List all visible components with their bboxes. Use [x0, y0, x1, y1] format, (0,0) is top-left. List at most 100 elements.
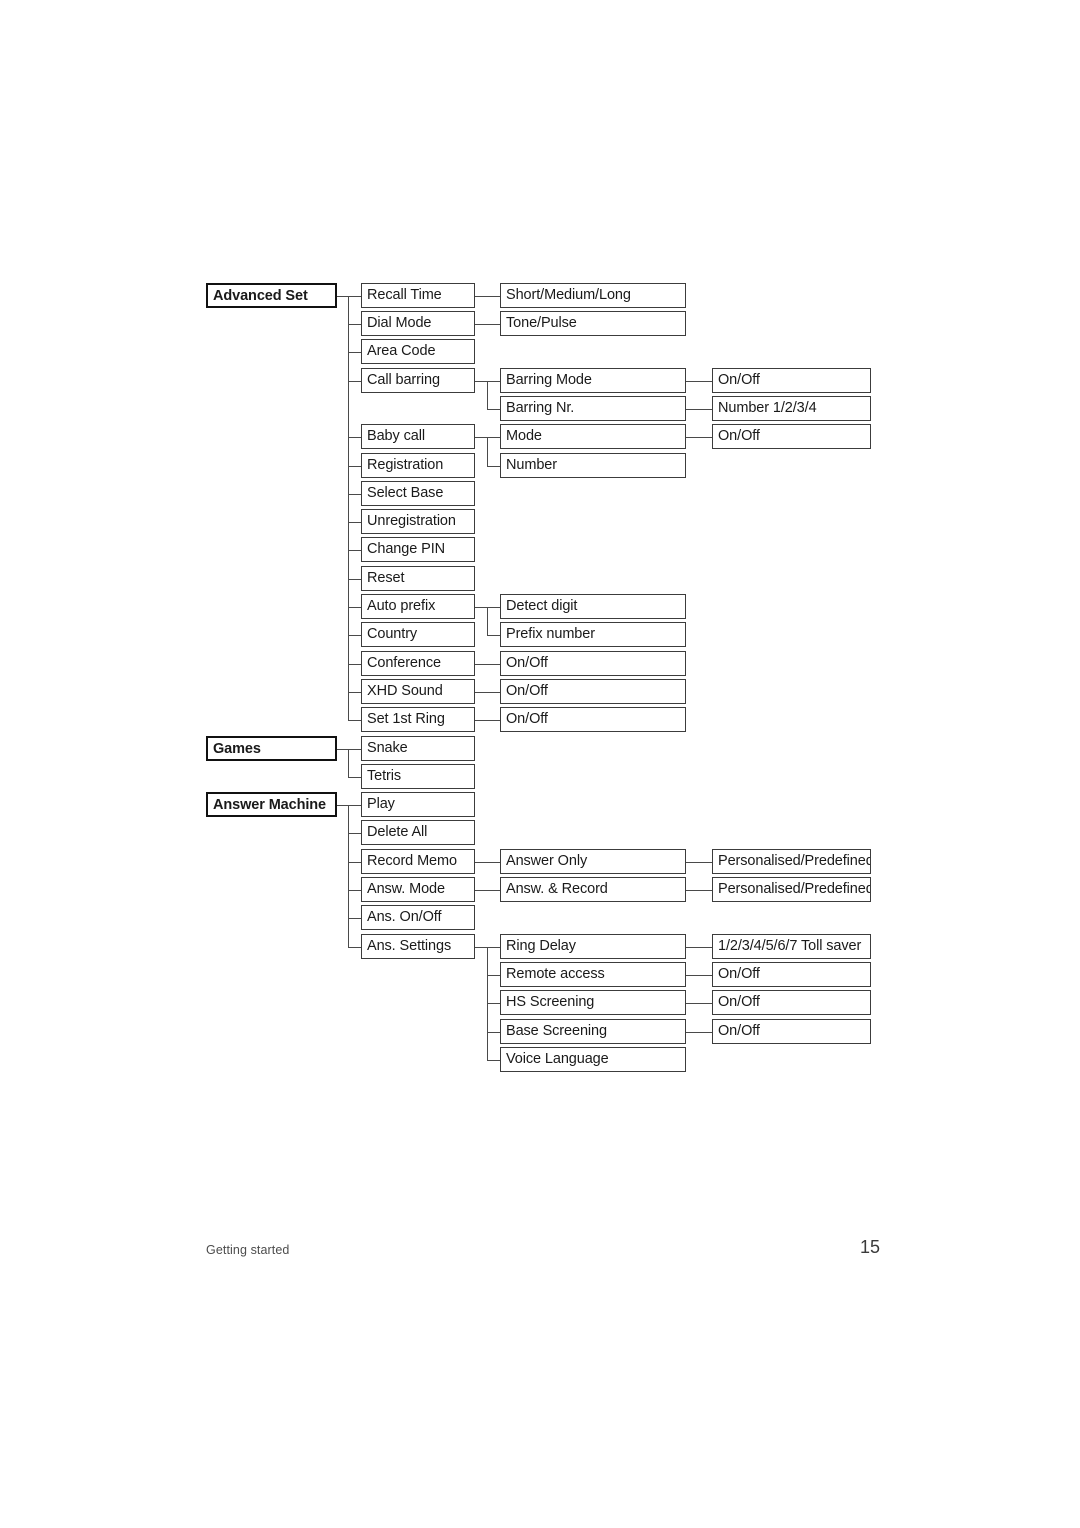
connector-line-horizontal [698, 861, 712, 863]
connector-line-horizontal [698, 436, 712, 438]
menu-node-area-code: Area Code [361, 339, 475, 364]
connector-line-vertical [487, 436, 488, 466]
menu-node-short-medium-long: Short/Medium/Long [500, 283, 686, 308]
connector-line-horizontal [487, 691, 500, 693]
connector-line-horizontal [686, 974, 698, 976]
menu-node-recall-time: Recall Time [361, 283, 475, 308]
connector-line-horizontal [348, 295, 361, 297]
menu-node-on-off: On/Off [712, 424, 871, 449]
menu-node-select-base: Select Base [361, 481, 475, 506]
connector-line-horizontal [686, 380, 698, 382]
menu-node-on-off: On/Off [712, 990, 871, 1015]
connector-line-horizontal [348, 748, 361, 750]
connector-line-horizontal [348, 691, 361, 693]
connector-line-horizontal [348, 351, 361, 353]
menu-node-on-off: On/Off [712, 962, 871, 987]
connector-line-horizontal [337, 804, 348, 806]
connector-line-horizontal [698, 889, 712, 891]
connector-line-horizontal [348, 465, 361, 467]
menu-node-on-off: On/Off [712, 368, 871, 393]
menu-node-personalised-predefined: Personalised/Predefined [712, 877, 871, 902]
menu-node-on-off: On/Off [712, 1019, 871, 1044]
connector-line-horizontal [487, 1031, 500, 1033]
menu-node-ans-settings: Ans. Settings [361, 934, 475, 959]
connector-line-horizontal [698, 380, 712, 382]
menu-node-advanced-set: Advanced Set [206, 283, 337, 308]
connector-line-horizontal [475, 380, 487, 382]
connector-line-horizontal [487, 465, 500, 467]
menu-node-answer-machine: Answer Machine [206, 792, 337, 817]
connector-line-horizontal [698, 408, 712, 410]
connector-line-horizontal [348, 861, 361, 863]
connector-line-horizontal [487, 889, 500, 891]
menu-node-personalised-predefined: Personalised/Predefined [712, 849, 871, 874]
menu-node-unregistration: Unregistration [361, 509, 475, 534]
menu-node-mode: Mode [500, 424, 686, 449]
connector-line-vertical [348, 748, 349, 777]
connector-line-horizontal [475, 295, 487, 297]
connector-line-horizontal [475, 606, 487, 608]
menu-node-tetris: Tetris [361, 764, 475, 789]
menu-node-barring-mode: Barring Mode [500, 368, 686, 393]
connector-line-vertical [348, 295, 349, 720]
connector-line-horizontal [348, 436, 361, 438]
menu-node-number-1-2-3-4: Number 1/2/3/4 [712, 396, 871, 421]
menu-node-on-off: On/Off [500, 651, 686, 676]
connector-line-horizontal [487, 974, 500, 976]
menu-node-registration: Registration [361, 453, 475, 478]
connector-line-horizontal [686, 436, 698, 438]
menu-node-country: Country [361, 622, 475, 647]
connector-line-horizontal [487, 634, 500, 636]
connector-line-horizontal [337, 748, 348, 750]
connector-line-horizontal [686, 861, 698, 863]
connector-line-horizontal [475, 323, 487, 325]
menu-node-change-pin: Change PIN [361, 537, 475, 562]
menu-node-call-barring: Call barring [361, 368, 475, 393]
menu-structure-diagram: Advanced Set Recall Time Short/Medium/Long… [0, 0, 1080, 1200]
menu-node-record-memo: Record Memo [361, 849, 475, 874]
connector-line-horizontal [475, 691, 487, 693]
connector-line-horizontal [487, 295, 500, 297]
connector-line-vertical [348, 804, 349, 947]
connector-line-horizontal [686, 1031, 698, 1033]
connector-line-horizontal [698, 1031, 712, 1033]
menu-node-on-off: On/Off [500, 679, 686, 704]
connector-line-horizontal [686, 946, 698, 948]
menu-node-reset: Reset [361, 566, 475, 591]
menu-node-baby-call: Baby call [361, 424, 475, 449]
connector-line-horizontal [487, 861, 500, 863]
menu-node-hs-screening: HS Screening [500, 990, 686, 1015]
footer-chapter-label: Getting started [206, 1243, 290, 1257]
menu-node-answ-mode: Answ. Mode [361, 877, 475, 902]
menu-node-ans-on-off: Ans. On/Off [361, 905, 475, 930]
connector-line-horizontal [475, 436, 487, 438]
connector-line-horizontal [348, 380, 361, 382]
connector-line-horizontal [487, 1002, 500, 1004]
menu-node-barring-nr: Barring Nr. [500, 396, 686, 421]
page-number: 15 [859, 1237, 880, 1257]
connector-line-horizontal [348, 521, 361, 523]
connector-line-vertical [487, 606, 488, 635]
menu-node-answer-only: Answer Only [500, 849, 686, 874]
connector-line-horizontal [487, 606, 500, 608]
page-footer: Getting started 15 [0, 1237, 1080, 1273]
menu-node-xhd-sound: XHD Sound [361, 679, 475, 704]
connector-line-horizontal [686, 1002, 698, 1004]
connector-line-horizontal [698, 974, 712, 976]
menu-node-ring-delay: Ring Delay [500, 934, 686, 959]
connector-line-horizontal [487, 436, 500, 438]
menu-node-1-2-3-4-5-6-7-toll-saver: 1/2/3/4/5/6/7 Toll saver [712, 934, 871, 959]
connector-line-horizontal [348, 634, 361, 636]
connector-line-horizontal [475, 861, 487, 863]
menu-node-tone-pulse: Tone/Pulse [500, 311, 686, 336]
menu-node-snake: Snake [361, 736, 475, 761]
connector-line-horizontal [348, 804, 361, 806]
connector-line-horizontal [348, 776, 361, 778]
menu-node-base-screening: Base Screening [500, 1019, 686, 1044]
menu-node-remote-access: Remote access [500, 962, 686, 987]
connector-line-horizontal [348, 578, 361, 580]
menu-node-play: Play [361, 792, 475, 817]
connector-line-horizontal [487, 323, 500, 325]
connector-line-horizontal [348, 917, 361, 919]
menu-node-set-1st-ring: Set 1st Ring [361, 707, 475, 732]
